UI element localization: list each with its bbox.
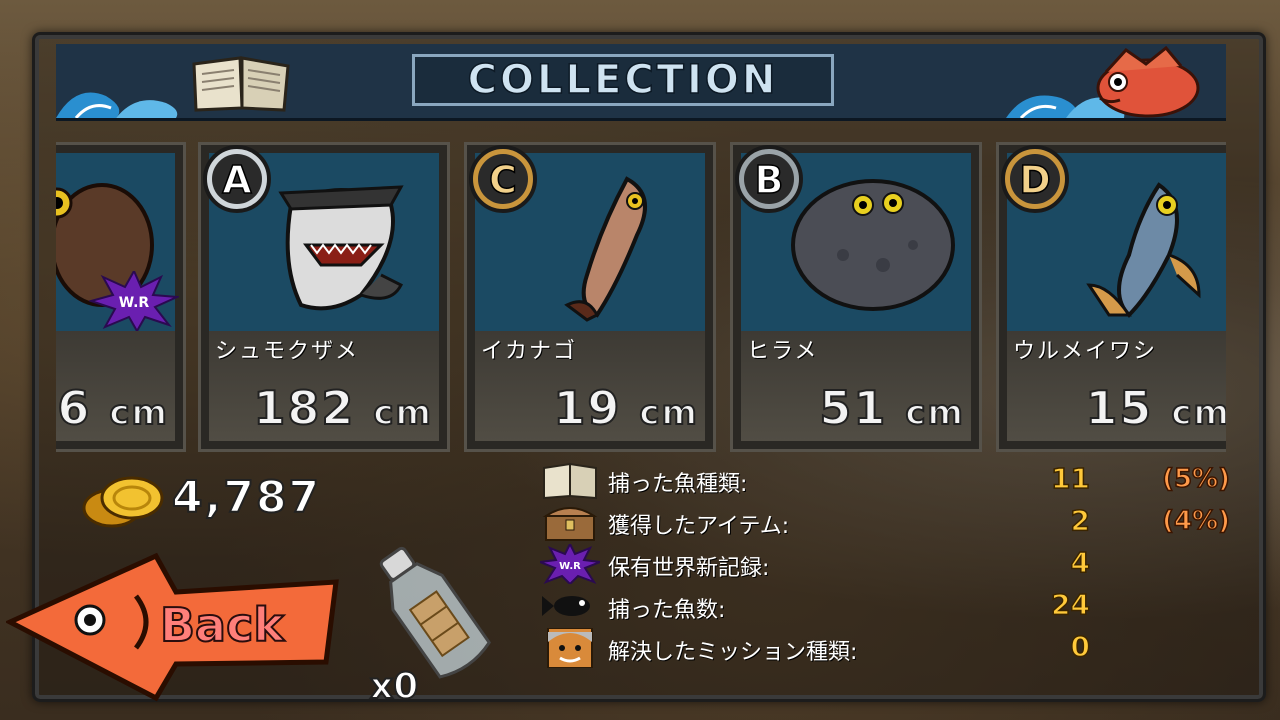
fish-size: 15 cm bbox=[1084, 380, 1226, 436]
red-fish-icon bbox=[1096, 45, 1200, 118]
svg-text:C: C bbox=[489, 158, 517, 202]
world-record-icon: W.R bbox=[540, 544, 600, 584]
captain-portrait-icon bbox=[547, 628, 593, 668]
fish-name: ウルメイワシ bbox=[1013, 339, 1158, 364]
svg-text:W.R: W.R bbox=[119, 295, 150, 311]
fish-name: イカナゴ bbox=[481, 339, 578, 364]
svg-text:D: D bbox=[1019, 158, 1051, 202]
treasure-chest-icon bbox=[542, 507, 598, 541]
fish-size: 51 cm bbox=[818, 380, 965, 436]
message-bottle-icon bbox=[379, 546, 491, 679]
svg-text:B: B bbox=[755, 158, 784, 202]
fish-size: 19 cm bbox=[552, 380, 699, 436]
fish-silhouette-icon bbox=[542, 596, 590, 616]
fish-card[interactable]: A シュモクザメ 182 cm bbox=[198, 142, 450, 452]
stat-value: 4 bbox=[1070, 545, 1091, 580]
fish-card[interactable]: C イカナゴ 19 cm bbox=[464, 142, 716, 452]
stat-value: 24 bbox=[1050, 587, 1090, 622]
fish-size: 182 cm bbox=[252, 380, 433, 436]
fish-card[interactable]: D ウルメイワシ 15 cm bbox=[996, 142, 1226, 452]
world-record-badge-icon: W.R bbox=[89, 271, 179, 331]
svg-text:A: A bbox=[222, 158, 252, 202]
stat-row-missions: 解決したミッション種類: 0 bbox=[540, 628, 1230, 668]
svg-text:W.R: W.R bbox=[559, 561, 581, 572]
stat-row-world-records: W.R 保有世界新記録: 4 bbox=[540, 544, 1230, 584]
stat-value: 2 bbox=[1070, 503, 1091, 538]
stat-label: 保有世界新記録: bbox=[608, 556, 770, 581]
title-box: COLLECTION bbox=[412, 54, 834, 106]
coin-count: 4,787 bbox=[171, 471, 322, 524]
stat-value: 11 bbox=[1050, 461, 1090, 496]
book-icon bbox=[543, 462, 597, 500]
stat-percent: (4%) bbox=[1161, 505, 1230, 537]
fish-card[interactable]: B ヒラメ 51 cm bbox=[730, 142, 982, 452]
back-button-label[interactable]: Back bbox=[159, 597, 285, 653]
stat-row-items: 獲得したアイテム: 2 (4%) bbox=[540, 502, 1231, 542]
wave-left-decoration bbox=[56, 92, 178, 118]
hammerhead-shark-image bbox=[278, 185, 404, 311]
stat-value: 0 bbox=[1070, 629, 1091, 664]
collection-stats: 捕った魚種類: 11 (5%) 獲得したアイテム: 2 (4%) W.R 保有世… bbox=[540, 460, 1231, 670]
stat-label: 解決したミッション種類: bbox=[608, 640, 858, 665]
fish-card-carousel[interactable]: W.R 6 cm A シュモクザメ 182 cm C イカナゴ 19 cm B … bbox=[56, 138, 1226, 456]
stat-row-fish-species: 捕った魚種類: 11 (5%) bbox=[540, 460, 1231, 500]
sand-lance-image bbox=[564, 176, 647, 322]
fish-card[interactable]: W.R 6 cm bbox=[56, 142, 186, 452]
stat-row-fish-count: 捕った魚数: 24 bbox=[540, 586, 1230, 626]
page-title: COLLECTION bbox=[467, 56, 779, 104]
open-book-icon bbox=[192, 56, 290, 112]
gold-coins-icon bbox=[82, 476, 164, 528]
fish-name: ヒラメ bbox=[747, 339, 819, 364]
fish-name: シュモクザメ bbox=[215, 339, 360, 364]
stat-label: 捕った魚種類: bbox=[608, 472, 748, 497]
round-herring-image bbox=[1086, 182, 1201, 318]
stat-label: 捕った魚数: bbox=[608, 598, 726, 623]
stat-percent: (5%) bbox=[1161, 463, 1230, 495]
collection-header: COLLECTION bbox=[56, 44, 1226, 121]
flounder-image bbox=[791, 179, 955, 311]
stat-label: 獲得したアイテム: bbox=[608, 514, 790, 539]
bottle-count: x0 bbox=[369, 665, 419, 708]
fish-size: 6 cm bbox=[56, 380, 169, 436]
